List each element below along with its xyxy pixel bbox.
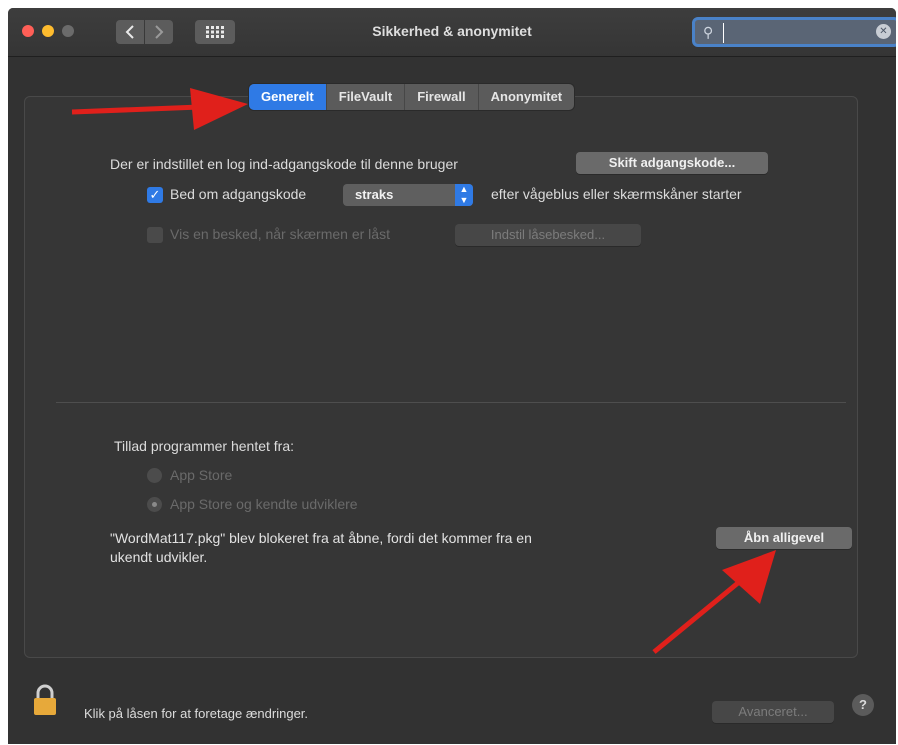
popup-arrows-icon: ▲ ▼	[455, 184, 473, 206]
lock-icon[interactable]	[32, 684, 58, 716]
open-anyway-button[interactable]: Åbn alligevel	[716, 527, 852, 549]
require-password-label: Bed om adgangskode	[170, 186, 307, 202]
tab-general[interactable]: Generelt	[249, 84, 327, 110]
radio-app-store[interactable]	[147, 468, 162, 483]
radio-app-store-identified-label: App Store og kendte udviklere	[170, 496, 358, 512]
tab-privacy[interactable]: Anonymitet	[479, 84, 575, 110]
search-input[interactable]	[723, 23, 880, 43]
allow-apps-heading: Tillad programmer hentet fra:	[114, 438, 294, 454]
lock-text: Klik på låsen for at foretage ændringer.	[84, 706, 309, 721]
radio-app-store-identified[interactable]	[147, 497, 162, 512]
password-set-text: Der er indstillet en log ind-adgangskode…	[110, 156, 458, 172]
advanced-button[interactable]: Avanceret...	[712, 701, 834, 723]
annotation-arrow-up-icon	[652, 550, 776, 654]
show-message-checkbox[interactable]: ✓	[147, 227, 163, 243]
blocked-message-line2: ukendt udvikler.	[110, 549, 208, 565]
set-lock-message-button[interactable]: Indstil låsebesked...	[455, 224, 641, 246]
search-field[interactable]: ⚲ ✕	[692, 17, 896, 47]
tab-bar: Generelt FileVault Firewall Anonymitet	[249, 84, 575, 110]
blocked-message-line1: "WordMat117.pkg" blev blokeret fra at åb…	[110, 530, 532, 546]
change-password-button[interactable]: Skift adgangskode...	[576, 152, 768, 174]
annotation-arrow-right-icon	[71, 88, 248, 130]
require-password-checkbox[interactable]: ✓	[147, 187, 163, 203]
clear-search-icon[interactable]: ✕	[876, 24, 891, 39]
section-divider	[56, 402, 846, 403]
help-button[interactable]: ?	[852, 694, 874, 716]
require-password-delay-value: straks	[355, 187, 394, 202]
tab-firewall[interactable]: Firewall	[405, 84, 479, 110]
require-password-delay-popup[interactable]: straks ▲ ▼	[343, 184, 473, 206]
require-password-suffix: efter vågeblus eller skærmskåner starter	[491, 186, 742, 202]
show-message-label: Vis en besked, når skærmen er låst	[170, 226, 390, 242]
title-bar: Sikkerhed & anonymitet ⚲ ✕	[8, 8, 896, 57]
radio-app-store-label: App Store	[170, 467, 233, 483]
tab-filevault[interactable]: FileVault	[327, 84, 406, 110]
search-icon: ⚲	[703, 24, 714, 40]
